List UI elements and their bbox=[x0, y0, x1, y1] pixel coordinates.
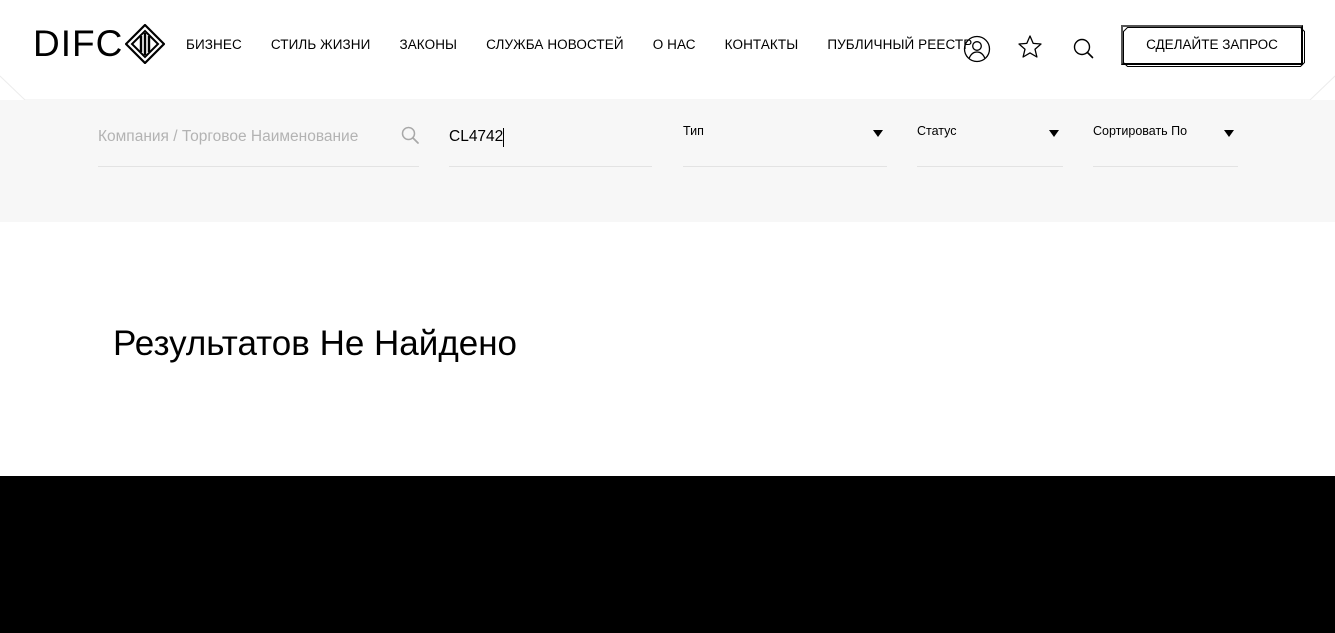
nav-item-lifestyle[interactable]: СТИЛЬ ЖИЗНИ bbox=[271, 37, 371, 53]
company-search-field bbox=[98, 124, 419, 167]
page: DIFC БИЗНЕС СТИЛЬ ЖИЗНИ ЗАКОНЫ СЛУЖБА НО… bbox=[0, 0, 1335, 633]
site-header: DIFC БИЗНЕС СТИЛЬ ЖИЗНИ ЗАКОНЫ СЛУЖБА НО… bbox=[0, 0, 1335, 100]
logo-text: DIFC bbox=[33, 23, 124, 64]
user-icon bbox=[963, 35, 991, 63]
caret-down-icon bbox=[1049, 130, 1059, 137]
nav-item-public-register[interactable]: ПУБЛИЧНЫЙ РЕЕСТР bbox=[827, 37, 972, 53]
nav-item-laws[interactable]: ЗАКОНЫ bbox=[399, 37, 457, 53]
sort-select-label: Сортировать По bbox=[1093, 124, 1188, 138]
make-request-button[interactable]: СДЕЛАЙТЕ ЗАПРОС bbox=[1121, 25, 1305, 67]
difc-logo[interactable]: DIFC bbox=[33, 23, 166, 64]
make-request-label: СДЕЛАЙТЕ ЗАПРОС bbox=[1146, 36, 1278, 52]
status-select-label: Статус bbox=[917, 124, 957, 138]
logo-diamond-icon bbox=[125, 24, 166, 64]
registration-number-input[interactable] bbox=[449, 124, 652, 150]
favorites-button[interactable] bbox=[1016, 33, 1044, 61]
caret-down-icon bbox=[1224, 130, 1234, 137]
site-footer bbox=[0, 476, 1335, 633]
text-cursor bbox=[503, 128, 504, 147]
type-select[interactable]: Тип bbox=[683, 124, 887, 167]
user-account-button[interactable] bbox=[962, 34, 992, 64]
nav-item-business[interactable]: БИЗНЕС bbox=[186, 37, 242, 53]
type-select-label: Тип bbox=[683, 124, 704, 138]
main-nav: БИЗНЕС СТИЛЬ ЖИЗНИ ЗАКОНЫ СЛУЖБА НОВОСТЕ… bbox=[186, 37, 972, 53]
nav-item-contacts[interactable]: КОНТАКТЫ bbox=[725, 37, 799, 53]
sort-select[interactable]: Сортировать По bbox=[1093, 124, 1238, 167]
caret-down-icon bbox=[873, 130, 883, 137]
registration-number-field bbox=[449, 124, 652, 167]
nav-item-about[interactable]: О НАС bbox=[653, 37, 696, 53]
company-name-input[interactable] bbox=[98, 124, 388, 150]
star-icon bbox=[1018, 35, 1042, 58]
search-icon bbox=[1073, 38, 1094, 59]
no-results-message: Результатов Не Найдено bbox=[113, 324, 518, 363]
status-select[interactable]: Статус bbox=[917, 124, 1063, 167]
header-search-button[interactable] bbox=[1070, 35, 1096, 61]
nav-item-newsroom[interactable]: СЛУЖБА НОВОСТЕЙ bbox=[486, 37, 624, 53]
search-icon[interactable] bbox=[401, 126, 419, 144]
